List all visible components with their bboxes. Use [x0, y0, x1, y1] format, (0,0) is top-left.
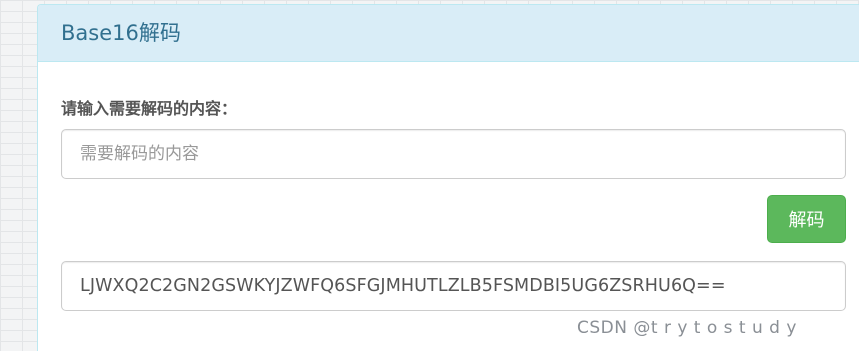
result-output[interactable] [61, 261, 846, 311]
panel-title: Base16解码 [61, 20, 181, 45]
decode-panel: Base16解码 请输入需要解码的内容： 解码 [37, 4, 859, 351]
panel-heading: Base16解码 [38, 5, 859, 62]
csdn-watermark: CSDN @t r y t o s t u d y [577, 318, 797, 338]
input-label: 请输入需要解码的内容： [61, 99, 238, 118]
decode-button[interactable]: 解码 [767, 195, 846, 243]
content-input[interactable] [61, 129, 846, 179]
